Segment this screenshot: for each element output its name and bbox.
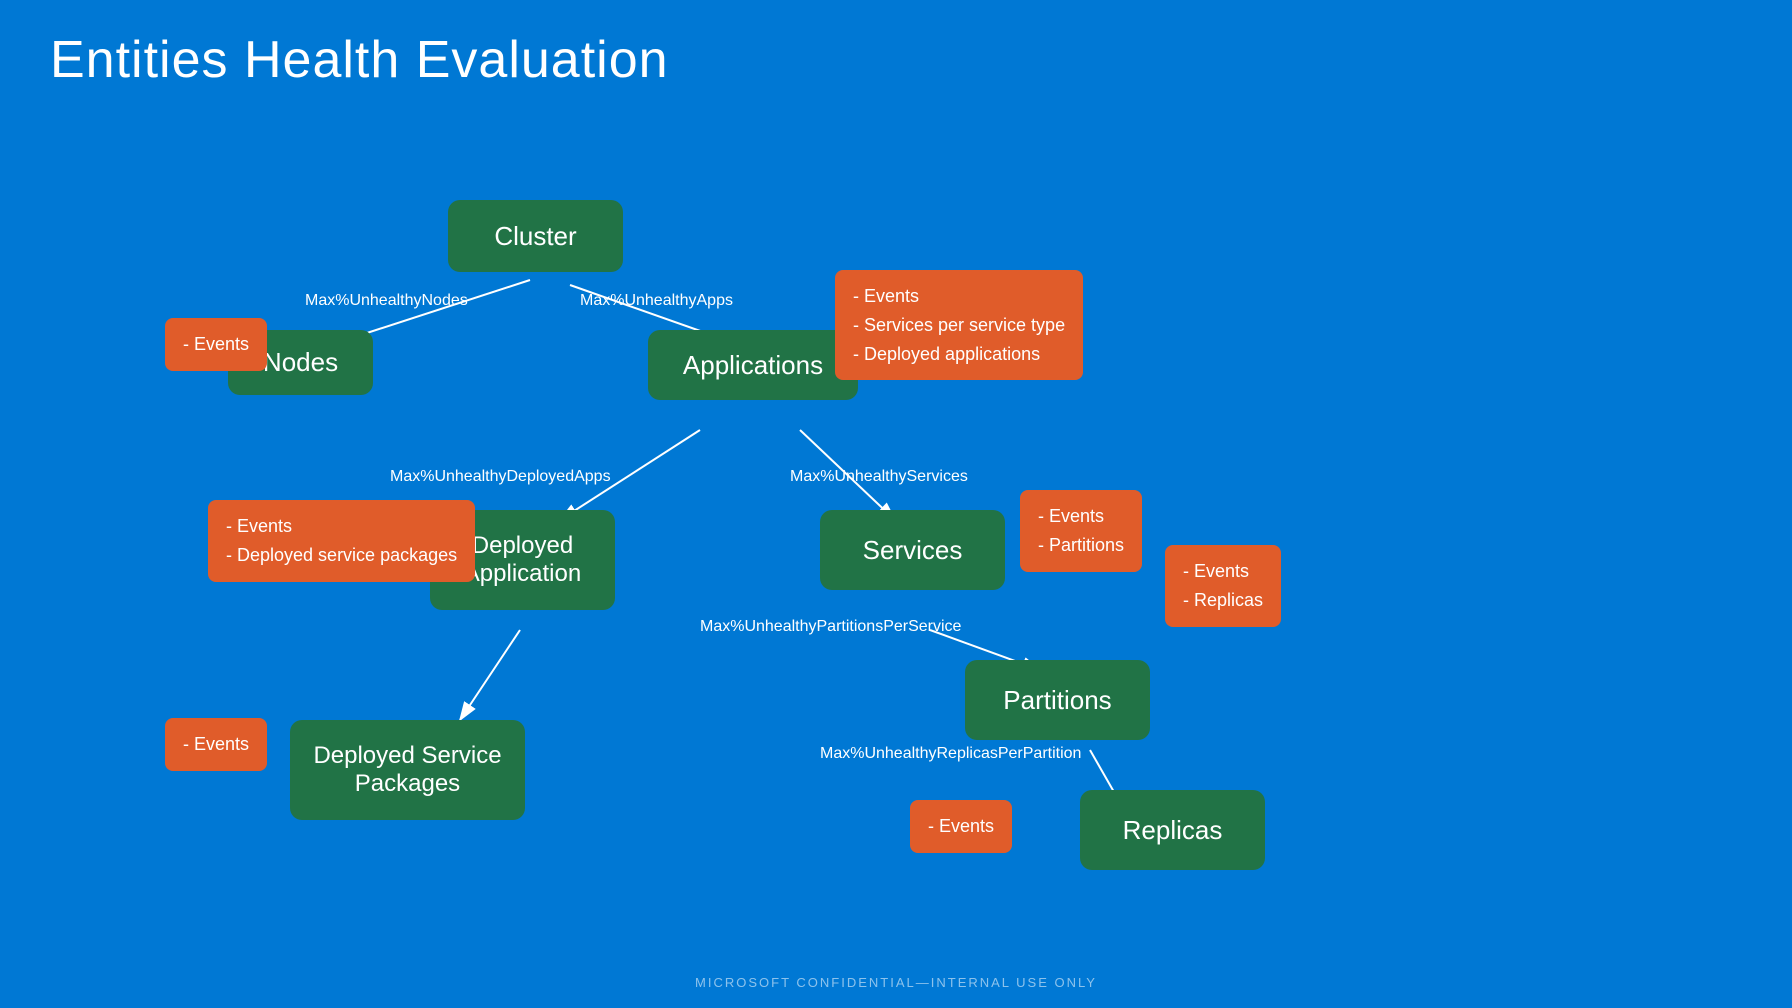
footer-text: MICROSOFT CONFIDENTIAL—INTERNAL USE ONLY [695, 975, 1097, 990]
orange-deployed-app-events: Events Deployed service packages [208, 500, 475, 582]
orange-applications-events: Events Services per service type Deploye… [835, 270, 1083, 380]
node-applications: Applications [648, 330, 858, 400]
orange-deployed-sp-events: Events [165, 718, 267, 771]
edge-label-max-unhealthy-deployed-apps: Max%UnhealthyDeployedApps [390, 468, 611, 486]
orange-nodes-events: Events [165, 318, 267, 371]
node-deployed-service-packages: Deployed Service Packages [290, 720, 525, 820]
node-services: Services [820, 510, 1005, 590]
node-cluster: Cluster [448, 200, 623, 272]
edge-label-max-unhealthy-partitions-per-service: Max%UnhealthyPartitionsPerService [700, 618, 961, 636]
orange-services-events: Events Partitions [1020, 490, 1142, 572]
node-replicas: Replicas [1080, 790, 1265, 870]
edge-label-max-unhealthy-apps: Max%UnhealthyApps [580, 292, 733, 310]
edge-label-max-unhealthy-nodes: Max%UnhealthyNodes [305, 292, 468, 310]
edge-label-max-unhealthy-services: Max%UnhealthyServices [790, 468, 968, 486]
page-title: Entities Health Evaluation [50, 30, 669, 90]
orange-replicas-events: Events [910, 800, 1012, 853]
edge-label-max-unhealthy-replicas-per-partition: Max%UnhealthyReplicasPerPartition [820, 745, 1081, 763]
node-partitions: Partitions [965, 660, 1150, 740]
orange-partitions-events: Events Replicas [1165, 545, 1281, 627]
